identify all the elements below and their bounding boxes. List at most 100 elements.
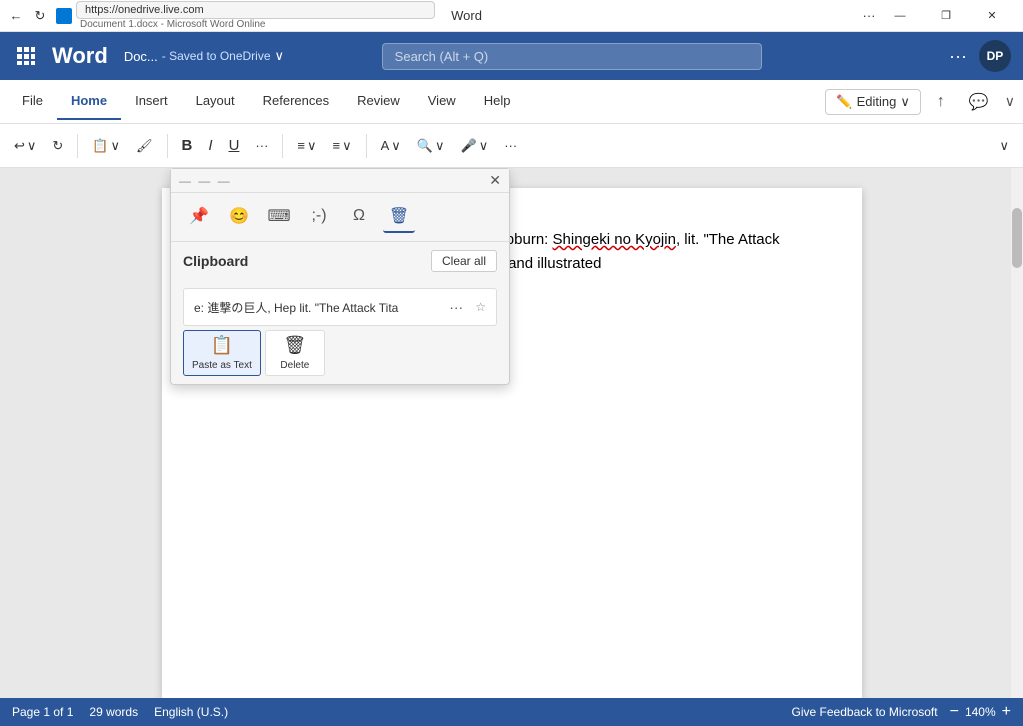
tab-file[interactable]: File: [8, 83, 57, 120]
comments-button[interactable]: 💬: [961, 88, 997, 116]
doc-title-label[interactable]: Doc...: [124, 49, 158, 64]
saved-label: - Saved to OneDrive: [162, 49, 271, 63]
clipboard-item: e: 進撃の巨人, Hep lit. "The Attack Tita ··· …: [183, 288, 497, 326]
zoom-in-button[interactable]: +: [1002, 703, 1011, 721]
drag-dots-icon: — — —: [179, 174, 232, 188]
panel-emoticon-button[interactable]: ;-): [303, 201, 335, 233]
toolbar-separator-4: [366, 134, 367, 158]
zoom-controls: − 140% +: [950, 703, 1011, 721]
ribbon-right-actions: ✏️ Editing ∨ ↑ 💬 ∨: [825, 88, 1015, 116]
transliteration-text: Shingeki no Kyojin: [553, 231, 676, 248]
url-box[interactable]: https://onedrive.live.com: [76, 1, 435, 19]
titlebar-more-button[interactable]: ···: [861, 8, 877, 24]
list-button[interactable]: ≡∨: [291, 134, 322, 158]
scrollbar[interactable]: [1011, 168, 1023, 698]
status-bar: Page 1 of 1 29 words English (U.S.) Give…: [0, 698, 1023, 726]
tab-view[interactable]: View: [414, 83, 470, 120]
url-area: https://onedrive.live.com Document 1.doc…: [56, 1, 435, 30]
share-button[interactable]: ↑: [929, 89, 953, 115]
scroll-thumb[interactable]: [1012, 208, 1022, 268]
zoom-level-label: 140%: [965, 705, 996, 719]
back-button[interactable]: ←: [8, 8, 24, 24]
undo-button[interactable]: ↩∨: [8, 134, 42, 158]
restore-button[interactable]: ❐: [923, 0, 969, 32]
bold-button[interactable]: B: [176, 133, 199, 158]
toolbar: ↩∨ ↻ 📋∨ 🖌 B I U ··· ≡∨ ≡∨ A∨ 🔍∨ 🎤∨ ··· ∨: [0, 124, 1023, 168]
feedback-label[interactable]: Give Feedback to Microsoft: [792, 705, 938, 719]
tab-help[interactable]: Help: [470, 83, 525, 120]
app-logo: Word: [52, 43, 108, 69]
doc-title-area: Doc... - Saved to OneDrive ∨: [124, 48, 284, 64]
paste-as-text-button[interactable]: 📋 Paste as Text: [183, 330, 261, 376]
panel-drag-handle[interactable]: — — — ✕: [171, 169, 509, 193]
list-chevron-icon: ∨: [307, 138, 317, 154]
clear-all-button[interactable]: Clear all: [431, 250, 497, 272]
header-more-button[interactable]: ···: [945, 42, 971, 71]
underline-button[interactable]: U: [223, 133, 246, 158]
panel-title: Clipboard: [183, 253, 248, 269]
panel-keyboard-button[interactable]: ⌨: [263, 201, 295, 233]
panel-symbols-button[interactable]: Ω: [343, 201, 375, 233]
ribbon-tabs: File Home Insert Layout References Revie…: [0, 80, 1023, 124]
clipboard-action-buttons: 📋 Paste as Text 🗑 Delete: [183, 330, 497, 376]
title-bar: ← ↻ https://onedrive.live.com Document 1…: [0, 0, 1023, 32]
tab-layout[interactable]: Layout: [182, 83, 249, 120]
panel-pin-button[interactable]: 📌: [183, 201, 215, 233]
clipboard-chevron-icon: ∨: [111, 138, 121, 154]
doc-info-label: Document 1.docx - Microsoft Word Online: [76, 19, 435, 30]
toolbar-expand-button[interactable]: ∨: [993, 134, 1015, 158]
delete-icon: 🗑: [283, 335, 306, 356]
waffle-icon[interactable]: [12, 42, 40, 70]
search-bar: [382, 43, 762, 70]
toolbar-more-button[interactable]: ···: [498, 134, 523, 157]
share-icon: ↑: [937, 93, 945, 110]
redo-icon: ↻: [52, 138, 63, 154]
delete-button[interactable]: 🗑 Delete: [265, 330, 325, 376]
delete-label: Delete: [280, 360, 309, 371]
expand-ribbon-button[interactable]: ∨: [1005, 93, 1015, 110]
panel-content: e: 進撃の巨人, Hep lit. "The Attack Tita ··· …: [171, 280, 509, 384]
dictate-chevron-icon: ∨: [479, 138, 489, 154]
clipboard-button[interactable]: 📋∨: [86, 134, 126, 158]
editing-chevron-icon: ∨: [900, 94, 910, 110]
tab-insert[interactable]: Insert: [121, 83, 182, 120]
align-chevron-icon: ∨: [342, 138, 352, 154]
minimize-button[interactable]: —: [877, 0, 923, 32]
format-painter-button[interactable]: 🖌: [130, 134, 159, 158]
paste-as-text-label: Paste as Text: [192, 360, 252, 371]
refresh-button[interactable]: ↻: [32, 8, 48, 24]
font-color-button[interactable]: A∨: [375, 134, 407, 158]
saved-chevron-icon[interactable]: ∨: [275, 48, 285, 64]
language-label: English (U.S.): [154, 705, 228, 719]
undo-icon: ↩: [14, 138, 25, 154]
clipboard-item-more-button[interactable]: ···: [445, 297, 467, 317]
panel-close-button[interactable]: ✕: [489, 172, 501, 189]
paste-icon: 📋: [211, 335, 233, 356]
format-painter-icon: 🖌: [136, 138, 153, 154]
document-area: Attack on Titan (Japanese: 進撃の巨人, Hepbur…: [0, 168, 1023, 698]
find-chevron-icon: ∨: [435, 138, 445, 154]
search-input[interactable]: [382, 43, 762, 70]
clipboard-item-star-button[interactable]: ☆: [475, 300, 486, 314]
align-button[interactable]: ≡∨: [327, 134, 358, 158]
panel-emoji-button[interactable]: 😊: [223, 201, 255, 233]
tab-review[interactable]: Review: [343, 83, 414, 120]
dictate-button[interactable]: 🎤∨: [455, 134, 495, 158]
panel-header: Clipboard Clear all: [171, 242, 509, 280]
italic-button[interactable]: I: [202, 133, 218, 158]
zoom-out-button[interactable]: −: [950, 703, 959, 721]
panel-trash-button[interactable]: 🗑: [383, 201, 415, 233]
undo-chevron-icon: ∨: [27, 138, 37, 154]
clipboard-icon: 📋: [92, 138, 108, 154]
tab-references[interactable]: References: [249, 83, 343, 120]
list-icon: ≡: [297, 138, 305, 153]
clipboard-item-text: e: 進撃の巨人, Hep lit. "The Attack Tita: [194, 299, 437, 316]
tab-home[interactable]: Home: [57, 83, 121, 120]
user-avatar[interactable]: DP: [979, 40, 1011, 72]
font-color-chevron-icon: ∨: [391, 138, 401, 154]
close-button[interactable]: ✕: [969, 0, 1015, 32]
format-more-button[interactable]: ···: [249, 134, 274, 157]
find-button[interactable]: 🔍∨: [411, 134, 451, 158]
editing-button[interactable]: ✏️ Editing ∨: [825, 89, 920, 115]
redo-button[interactable]: ↻: [46, 134, 69, 158]
